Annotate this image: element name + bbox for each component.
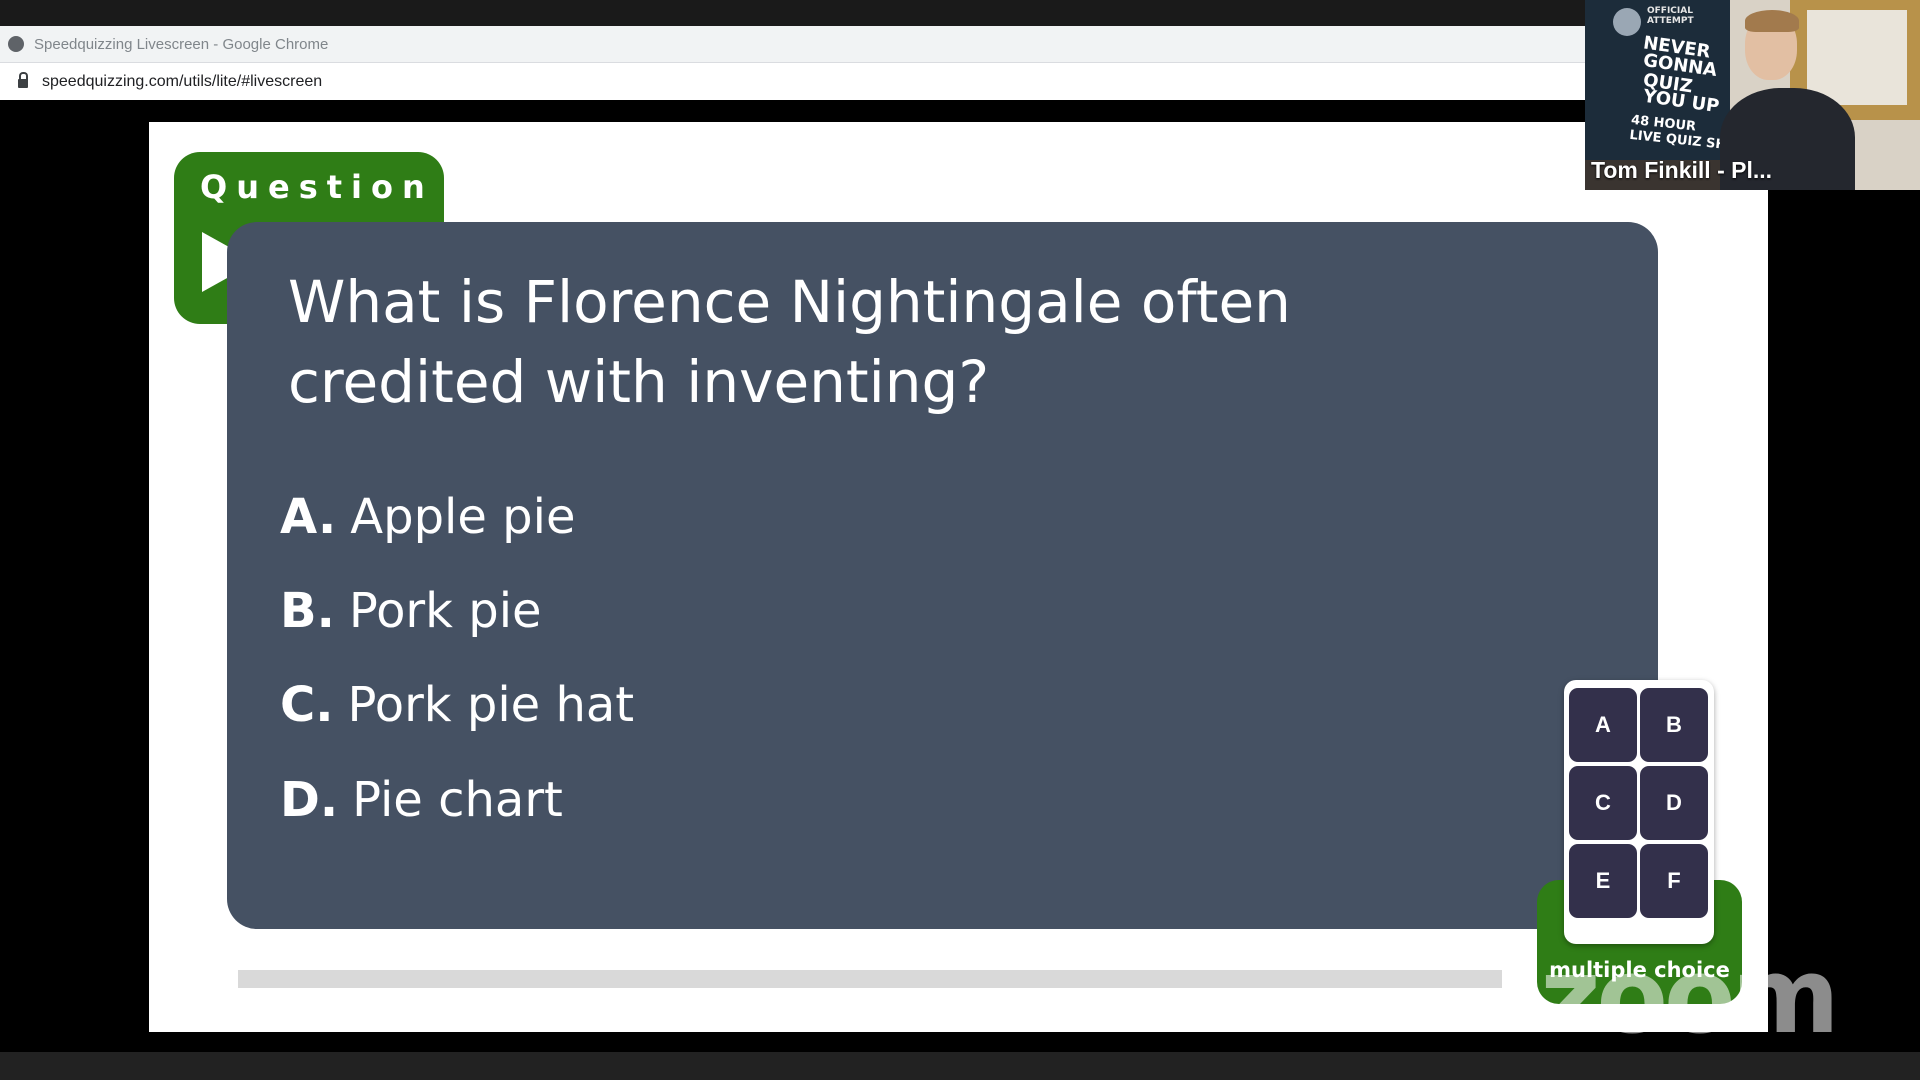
answer-keypad: A B C D E F [1564, 680, 1714, 944]
poster-badge: OFFICIAL ATTEMPT [1647, 6, 1694, 26]
keypad-key-a: A [1569, 688, 1637, 762]
answer-option-a: A. Apple pie [280, 489, 576, 545]
participant-name: Tom Finkill - Pl... [1591, 157, 1773, 183]
question-text: What is Florence Nightingale often credi… [288, 268, 1291, 416]
keypad-key-e: E [1569, 844, 1637, 918]
zoom-bottom-bar [0, 1052, 1920, 1080]
participant-hair [1745, 10, 1799, 32]
keypad-key-c: C [1569, 766, 1637, 840]
window-title: Speedquizzing Livescreen - Google Chrome [34, 35, 329, 53]
keypad-key-d: D [1640, 766, 1708, 840]
keypad-key-b: B [1640, 688, 1708, 762]
timer-progress-bar [238, 970, 1502, 988]
quiz-poster: OFFICIAL ATTEMPT NEVER GONNA QUIZ YOU UP… [1585, 0, 1730, 160]
chrome-favicon-icon [8, 36, 24, 52]
mirror-glass [1807, 10, 1907, 105]
option-letter: C. [280, 677, 334, 733]
option-text: Pork pie [348, 583, 542, 639]
lock-icon [18, 72, 28, 88]
option-letter: D. [280, 772, 339, 828]
browser-chrome: Speedquizzing Livescreen - Google Chrome… [0, 26, 1585, 100]
option-letter: B. [280, 583, 335, 639]
question-tab-label: Question [200, 168, 434, 206]
option-letter: A. [280, 489, 337, 545]
zoom-watermark-logo: zoom [1540, 935, 1840, 1057]
answer-option-d: D. Pie chart [280, 772, 563, 828]
poster-line: YOU UP [1641, 85, 1721, 118]
option-text: Pork pie hat [347, 677, 635, 733]
keypad-key-f: F [1640, 844, 1708, 918]
option-text: Pie chart [352, 772, 563, 828]
answer-option-c: C. Pork pie hat [280, 677, 634, 733]
poster-bottom-text: 48 HOUR LIVE QUIZ SH [1628, 112, 1727, 153]
browser-titlebar: Speedquizzing Livescreen - Google Chrome [0, 26, 1585, 63]
seal-icon [1613, 8, 1641, 36]
address-bar[interactable]: speedquizzing.com/utils/lite/#livescreen [0, 63, 1585, 100]
url-text[interactable]: speedquizzing.com/utils/lite/#livescreen [42, 73, 322, 91]
option-text: Apple pie [350, 489, 576, 545]
answer-option-b: B. Pork pie [280, 583, 542, 639]
